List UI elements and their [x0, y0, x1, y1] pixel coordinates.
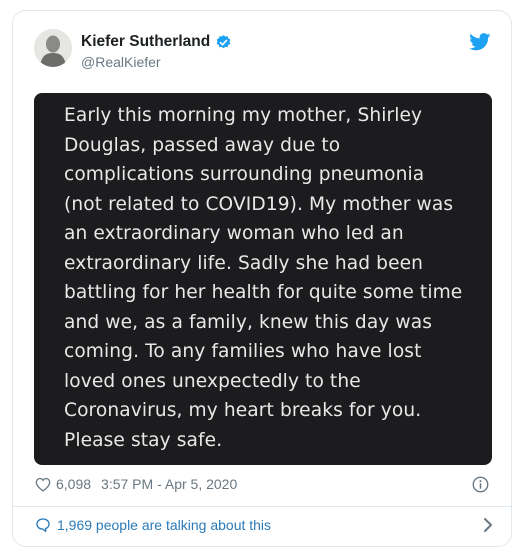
conversation-link[interactable]: 1,969 people are talking about this — [35, 515, 493, 535]
info-icon[interactable] — [472, 476, 489, 493]
tweet-card: Kiefer Sutherland @RealKiefer Early this… — [12, 10, 512, 547]
image-text-line: loved ones unexpectedly to the — [64, 370, 361, 392]
image-text-line: coming. To any families who have lost — [64, 341, 422, 362]
image-text-line: Please stay safe. — [64, 429, 223, 451]
speech-bubble-icon — [36, 518, 50, 532]
avatar[interactable] — [34, 29, 72, 67]
author-name-row[interactable]: Kiefer Sutherland — [81, 33, 232, 51]
chevron-right-icon[interactable] — [483, 517, 493, 533]
image-text-line: complications surrounding pneumonia — [64, 164, 425, 185]
twitter-bird-icon[interactable] — [469, 33, 491, 51]
image-text-line: battling for her health for quite some t… — [64, 282, 463, 303]
divider — [13, 506, 511, 507]
heart-icon[interactable] — [35, 477, 51, 492]
image-text-line: Early this morning my mother, Shirley — [64, 105, 423, 126]
image-text-line: an extraordinary woman who led an — [64, 223, 404, 244]
verified-badge-icon — [216, 34, 231, 48]
tweet-image[interactable]: Early this morning my mother, Shirley Do… — [34, 93, 492, 465]
author-name[interactable]: Kiefer Sutherland — [81, 33, 210, 51]
tweet-timestamp[interactable]: 3:57 PM - Apr 5, 2020 — [101, 476, 237, 492]
author-handle[interactable]: @RealKiefer — [81, 54, 161, 70]
image-text-line: Douglas, passed away due to — [64, 134, 341, 156]
tweet-meta: 6,098 3:57 PM - Apr 5, 2020 — [35, 476, 237, 492]
image-text-line: and we, as a family, knew this day was — [64, 311, 433, 333]
like-count[interactable]: 6,098 — [56, 476, 91, 492]
image-text-line: extraordinary life. Sadly she had been — [64, 252, 424, 274]
image-text-line: Coronavirus, my heart breaks for you. — [64, 400, 422, 421]
conversation-text[interactable]: 1,969 people are talking about this — [57, 517, 271, 533]
image-text-line: (not related to COVID19). My mother was — [64, 193, 454, 215]
